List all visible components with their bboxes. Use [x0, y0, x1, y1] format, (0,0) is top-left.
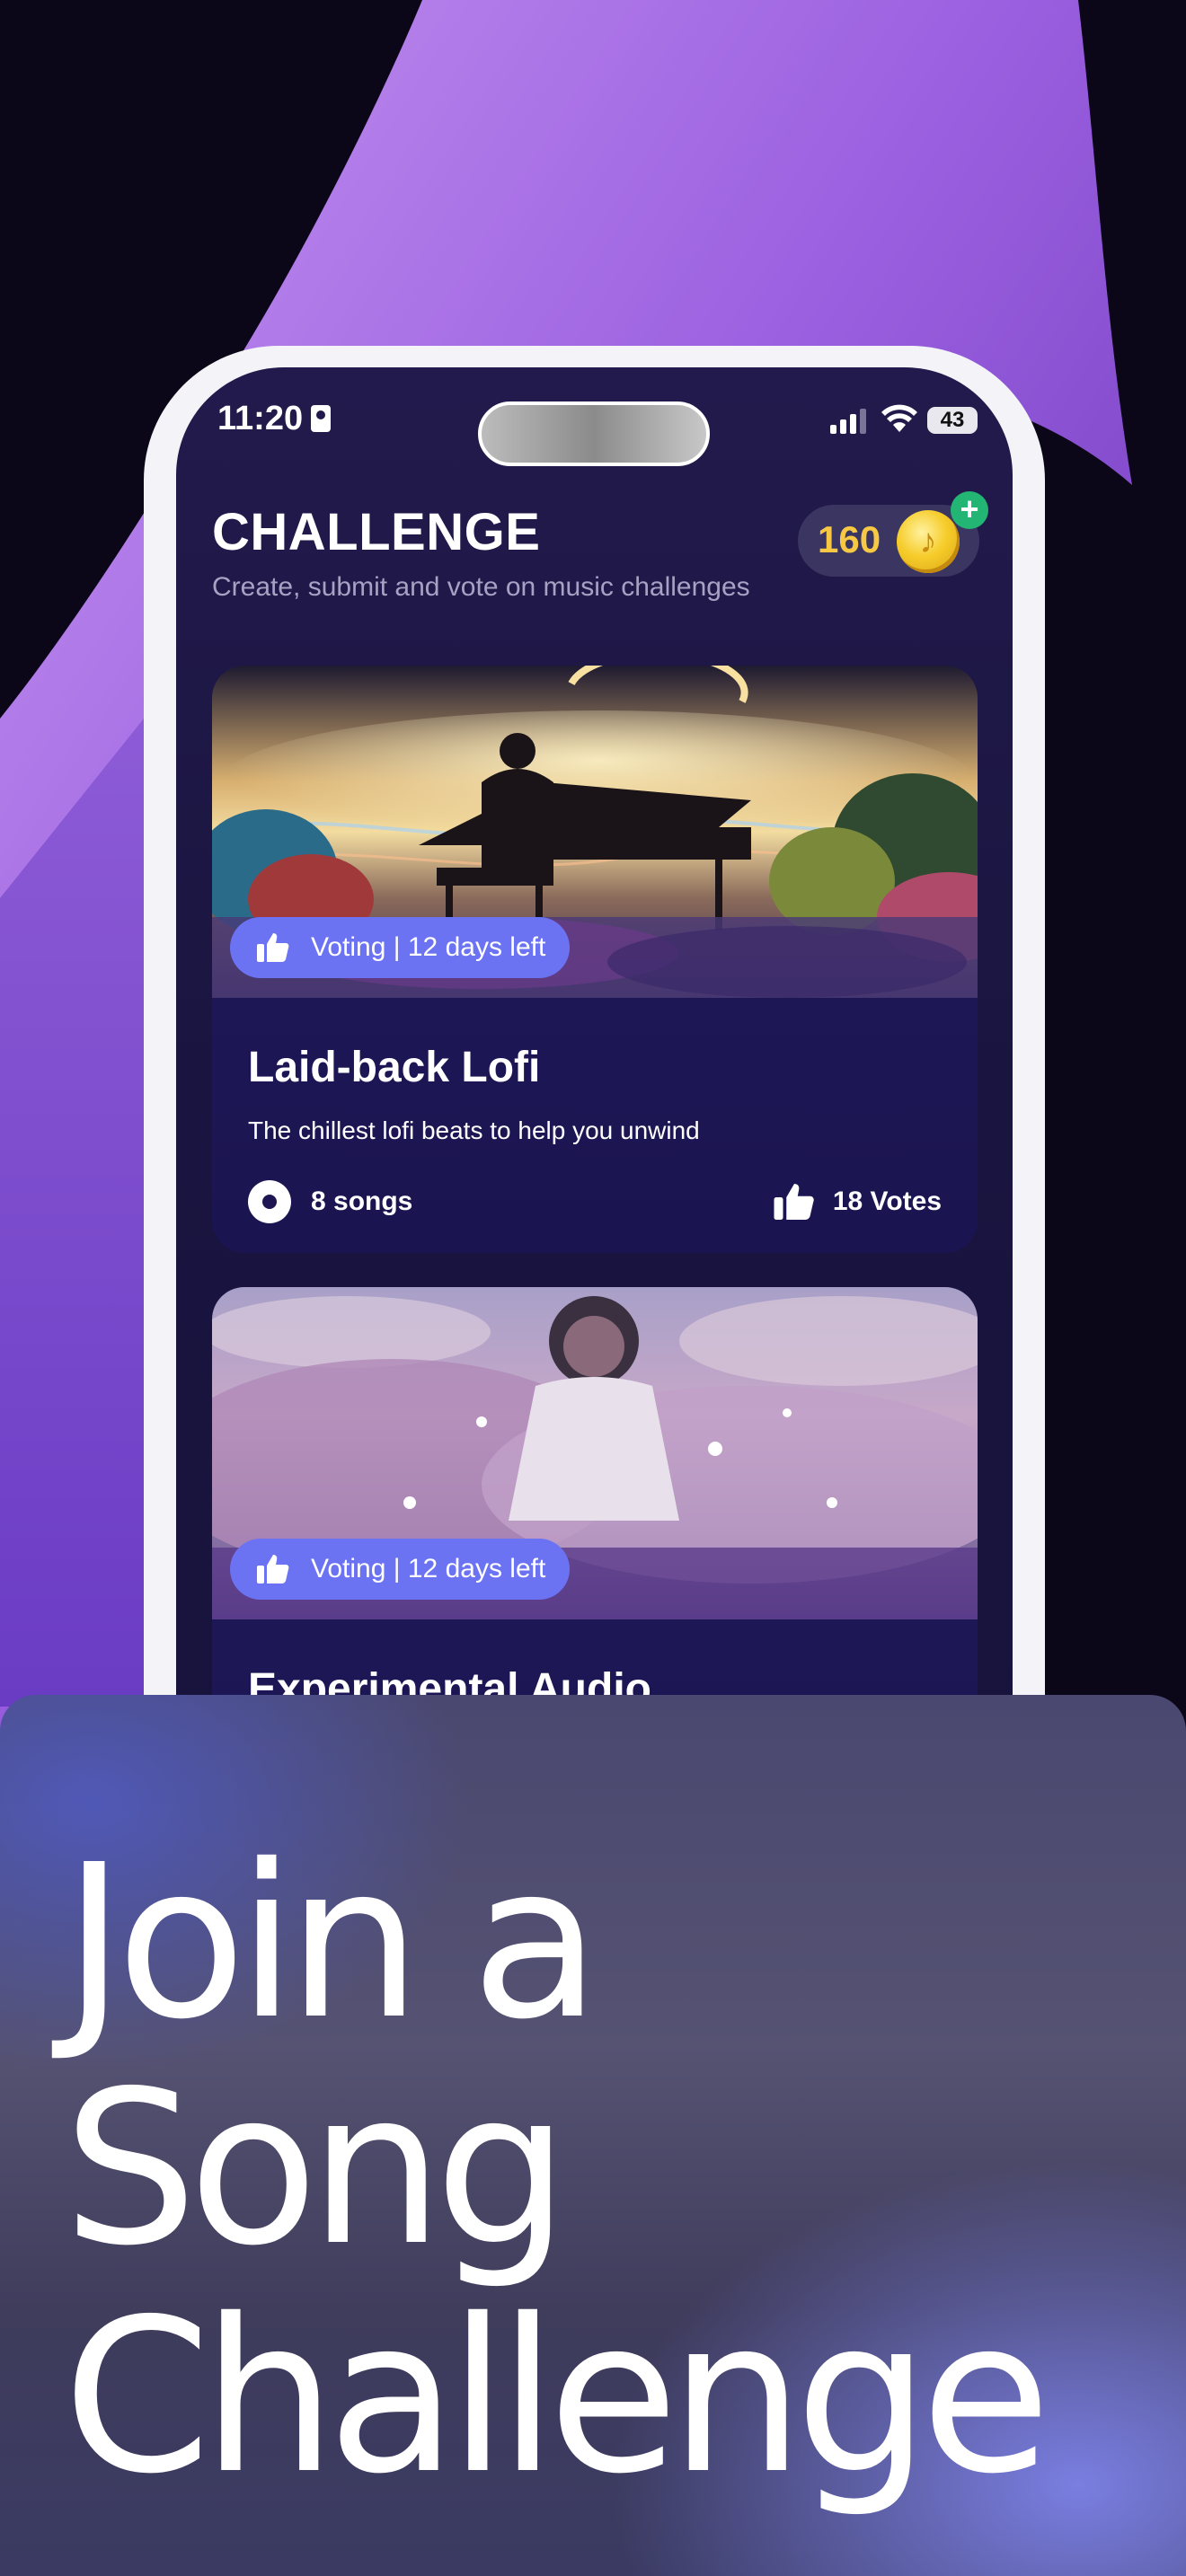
- voting-status-text: Voting | 12 days left: [311, 932, 546, 962]
- card-title: Laid-back Lofi: [248, 1044, 541, 1091]
- dynamic-island: [478, 401, 710, 466]
- voting-status-pill: Voting | 12 days left: [230, 917, 570, 978]
- coin-balance: 160: [818, 518, 881, 560]
- promo-headline-line-3: Challenge: [63, 2273, 1051, 2520]
- page-title: CHALLENGE: [212, 503, 541, 561]
- wifi-icon: [881, 404, 917, 432]
- thumbs-up-icon: [257, 933, 289, 962]
- card-description: The chillest lofi beats to help you unwi…: [248, 1116, 700, 1144]
- thumbs-up-icon: [774, 1184, 814, 1220]
- coin-icon: ♪: [897, 510, 960, 573]
- battery-icon: 43: [927, 407, 978, 434]
- id-card-icon: [311, 405, 331, 432]
- signal-icon: [830, 409, 866, 434]
- status-time: 11:20: [217, 400, 304, 437]
- thumbs-up-icon: [257, 1555, 289, 1584]
- promo-headline-line-2: Song: [63, 2045, 570, 2292]
- voting-status-pill: Voting | 12 days left: [230, 1539, 570, 1600]
- challenge-card[interactable]: Voting | 12 days left Laid-back Lofi The…: [212, 666, 978, 1253]
- plus-icon[interactable]: +: [951, 491, 988, 529]
- disc-icon: [248, 1180, 291, 1223]
- songs-count-text: 8 songs: [311, 1187, 413, 1216]
- page-subtitle: Create, submit and vote on music challen…: [212, 572, 750, 602]
- votes-button[interactable]: 18 Votes: [772, 1178, 942, 1226]
- promo-panel: Join a Song Challenge: [0, 1695, 1186, 2576]
- promo-headline-line-1: Join a: [63, 1819, 601, 2066]
- voting-status-text: Voting | 12 days left: [311, 1554, 546, 1584]
- status-bar: 11:20 43: [176, 367, 1013, 466]
- songs-count: 8 songs: [248, 1179, 412, 1224]
- votes-count: 18 Votes: [832, 1187, 942, 1216]
